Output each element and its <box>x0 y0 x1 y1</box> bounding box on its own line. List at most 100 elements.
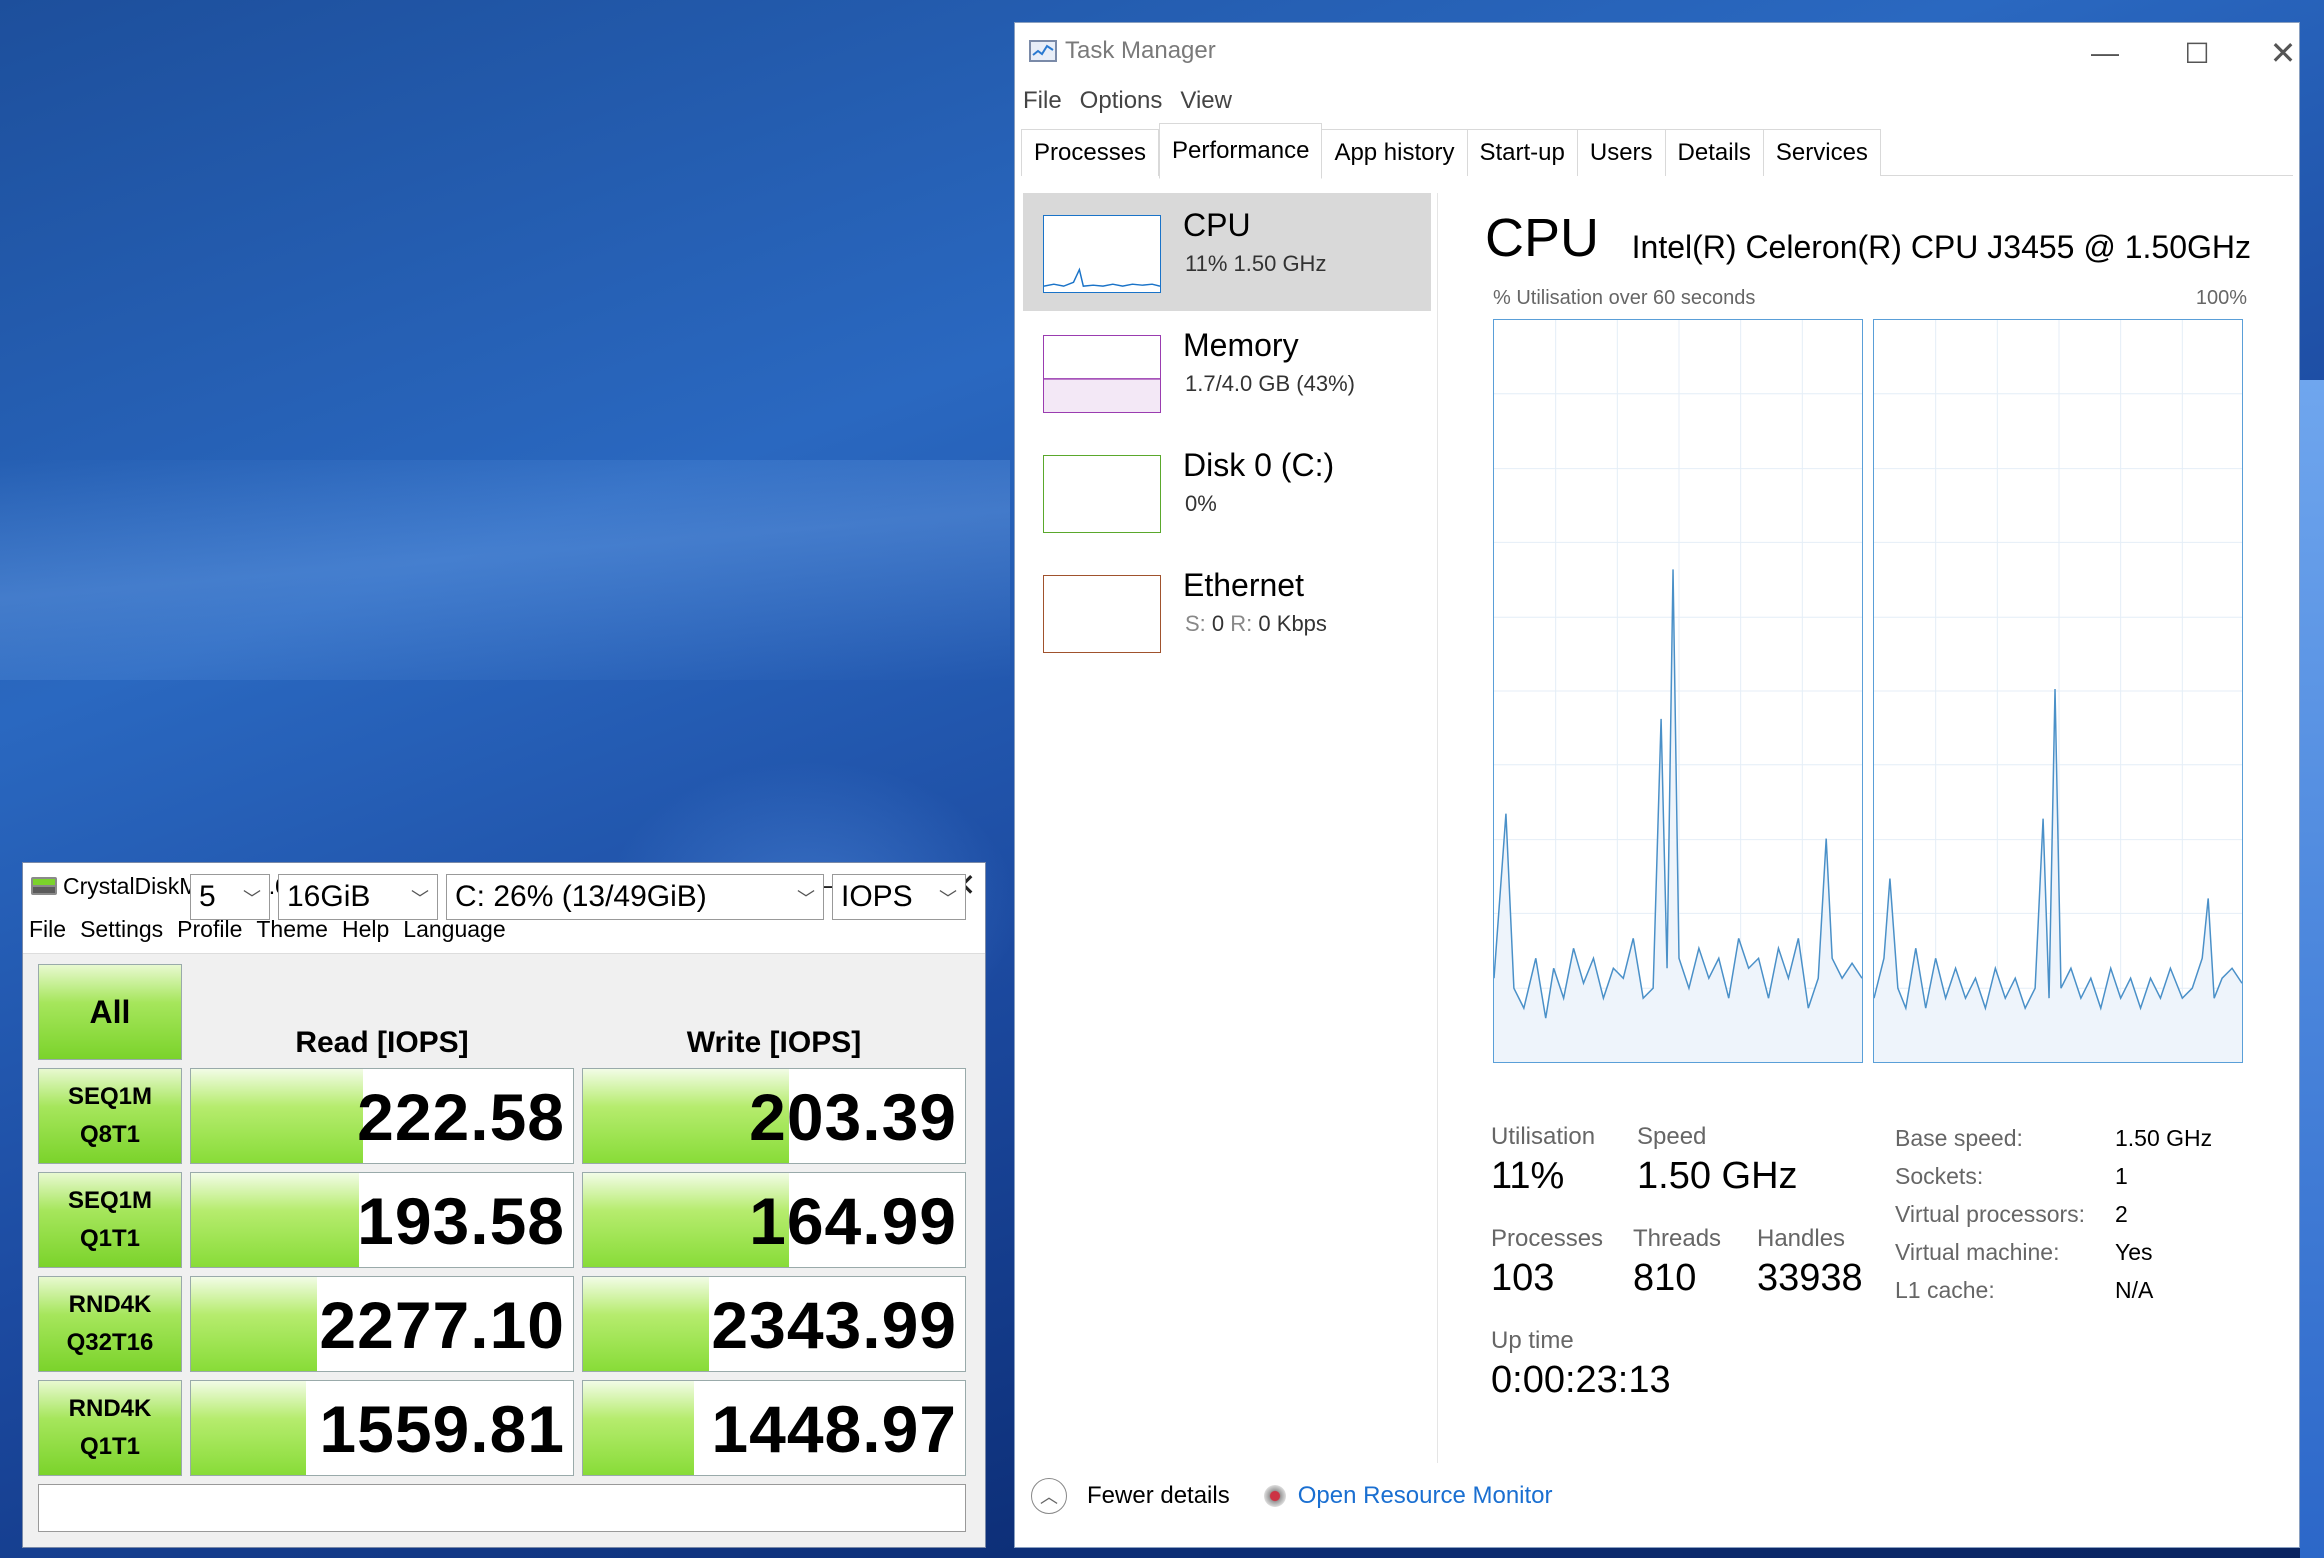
handles-value: 33938 <box>1757 1257 1863 1299</box>
title-bar[interactable]: Task Manager — ☐ ✕ <box>1015 23 2299 81</box>
utilisation-label: Utilisation <box>1491 1123 1596 1150</box>
spec-value: 1 <box>2115 1163 2128 1189</box>
menu-bar: File Options View <box>1015 81 2299 121</box>
speed-value: 1.50 GHz <box>1637 1155 1798 1197</box>
read-result-value: 2277.10 <box>319 1288 565 1362</box>
size-value: 16GiB <box>287 880 371 913</box>
unit-select[interactable]: IOPS ﹀ <box>832 874 966 920</box>
unit-value: IOPS <box>841 880 913 913</box>
result-bar <box>191 1277 318 1371</box>
tab-start-up[interactable]: Start-up <box>1467 129 1578 176</box>
uptime-value: 0:00:23:13 <box>1491 1359 1671 1401</box>
tab-performance[interactable]: Performance <box>1159 123 1323 179</box>
write-result-cell: 2343.99 <box>582 1276 966 1372</box>
task-manager-icon <box>1029 40 1057 62</box>
chevron-down-icon: ﹀ <box>797 889 815 909</box>
task-manager-window: Task Manager — ☐ ✕ File Options View Pro… <box>1014 22 2300 1548</box>
menu-options[interactable]: Options <box>1080 87 1163 115</box>
spec-value: 1.50 GHz <box>2115 1125 2213 1151</box>
spec-key: Sockets: <box>1895 1163 1984 1189</box>
sidebar-item-ethernet[interactable]: Ethernet S: 0 R: 0 Kbps <box>1023 553 1431 671</box>
tab-users[interactable]: Users <box>1577 129 1666 176</box>
threads-label: Threads <box>1633 1225 1722 1252</box>
comment-field[interactable] <box>38 1484 966 1532</box>
test-button-rnd4k-q1t1[interactable]: RND4K Q1T1 <box>38 1380 182 1476</box>
utilisation-value: 11% <box>1491 1155 1565 1197</box>
cpu-core-1-svg <box>1874 320 2242 1062</box>
test-button-seq1m-q1t1[interactable]: SEQ1M Q1T1 <box>38 1172 182 1268</box>
size-select[interactable]: 16GiB ﹀ <box>278 874 438 920</box>
stat-handles: Handles 33938 <box>1757 1225 1863 1300</box>
minimize-button[interactable]: — <box>2075 33 2135 73</box>
tab-details[interactable]: Details <box>1665 129 1764 176</box>
sidebar-disk-sub: 0% <box>1185 491 1217 516</box>
test-label-line1: RND4K <box>68 1395 152 1422</box>
spec-key: Virtual processors: <box>1895 1201 2086 1227</box>
sidebar-ethernet-name: Ethernet <box>1183 567 1304 603</box>
drive-select[interactable]: C: 26% (13/49GiB) ﹀ <box>446 874 824 920</box>
count-select[interactable]: 5 ﹀ <box>190 874 270 920</box>
result-bar <box>191 1381 306 1475</box>
spec-row-base-speed: Base speed: 1.50 GHz <box>1895 1125 2212 1163</box>
menu-view[interactable]: View <box>1180 87 1232 115</box>
chevron-down-icon: ﹀ <box>243 889 261 909</box>
write-result-cell: 164.99 <box>582 1172 966 1268</box>
write-result-value: 164.99 <box>749 1184 957 1258</box>
tab-services[interactable]: Services <box>1763 129 1881 176</box>
stat-utilisation: Utilisation 11% <box>1491 1123 1595 1198</box>
tab-app-history[interactable]: App history <box>1322 129 1468 176</box>
ethernet-receive-label: R: <box>1230 611 1253 636</box>
ethernet-send-value: 0 <box>1211 611 1225 636</box>
sidebar-item-disk[interactable]: Disk 0 (C:) 0% <box>1023 433 1431 551</box>
stat-threads: Threads 810 <box>1633 1225 1721 1300</box>
sidebar-item-memory[interactable]: Memory 1.7/4.0 GB (43%) <box>1023 313 1431 431</box>
all-button[interactable]: All <box>38 964 182 1060</box>
cpu-thumbnail-graph <box>1043 215 1161 293</box>
test-label-line2: Q8T1 <box>79 1121 141 1148</box>
tab-strip: Processes Performance App history Start-… <box>1021 123 2293 179</box>
result-bar <box>583 1381 694 1475</box>
sidebar-cpu-name: CPU <box>1183 207 1251 243</box>
spec-value: N/A <box>2115 1277 2154 1303</box>
fewer-details-link[interactable]: Fewer details <box>1087 1482 1230 1510</box>
graph-max-label: 100% <box>2195 287 2247 309</box>
count-value: 5 <box>199 880 216 913</box>
ethernet-receive-value: 0 Kbps <box>1258 611 1327 636</box>
sidebar-disk-name: Disk 0 (C:) <box>1183 447 1335 483</box>
test-label-line1: SEQ1M <box>67 1083 153 1110</box>
test-button-rnd4k-q32t16[interactable]: RND4K Q32T16 <box>38 1276 182 1372</box>
write-result-cell: 1448.97 <box>582 1380 966 1476</box>
write-header: Write [IOPS] <box>686 1026 862 1059</box>
read-result-value: 193.58 <box>357 1184 565 1258</box>
chevron-down-icon: ﹀ <box>411 889 429 909</box>
processes-value: 103 <box>1491 1257 1555 1299</box>
sidebar-item-cpu[interactable]: CPU 11% 1.50 GHz <box>1023 193 1431 311</box>
read-result-value: 1559.81 <box>319 1392 565 1466</box>
handles-label: Handles <box>1757 1225 1846 1252</box>
uptime-label: Up time <box>1491 1327 1574 1354</box>
wallpaper-light-streak <box>0 460 1010 680</box>
maximize-button[interactable]: ☐ <box>2167 33 2227 73</box>
tab-processes[interactable]: Processes <box>1021 129 1160 176</box>
test-label-line2: Q32T16 <box>66 1329 154 1356</box>
wallpaper-edge <box>2300 380 2324 1558</box>
cdm-menu-settings[interactable]: Settings <box>80 916 163 943</box>
footer: ︿ Fewer details Open Resource Monitor <box>1031 1471 1553 1521</box>
graph-label: % Utilisation over 60 seconds <box>1493 287 1756 309</box>
cpu-core-0-svg <box>1494 320 1862 1062</box>
cpu-core-0-graph <box>1493 319 1863 1063</box>
menu-file[interactable]: File <box>1023 87 1062 115</box>
write-result-value: 203.39 <box>749 1080 957 1154</box>
spec-key: Virtual machine: <box>1895 1239 2060 1265</box>
test-button-seq1m-q8t1[interactable]: SEQ1M Q8T1 <box>38 1068 182 1164</box>
close-button[interactable]: ✕ <box>2253 33 2313 73</box>
stat-uptime: Up time 0:00:23:13 <box>1491 1327 1671 1402</box>
spec-value: 2 <box>2115 1201 2128 1227</box>
cdm-menu-file[interactable]: File <box>29 916 66 943</box>
spec-row-virtual-machine: Virtual machine: Yes <box>1895 1239 2212 1277</box>
open-resource-monitor-link[interactable]: Open Resource Monitor <box>1298 1482 1553 1510</box>
chevron-up-icon[interactable]: ︿ <box>1031 1478 1067 1514</box>
performance-sidebar: CPU 11% 1.50 GHz Memory 1.7/4.0 GB (43%)… <box>1023 193 1431 673</box>
spec-row-l1-cache: L1 cache: N/A <box>1895 1277 2212 1315</box>
read-result-cell: 2277.10 <box>190 1276 574 1372</box>
